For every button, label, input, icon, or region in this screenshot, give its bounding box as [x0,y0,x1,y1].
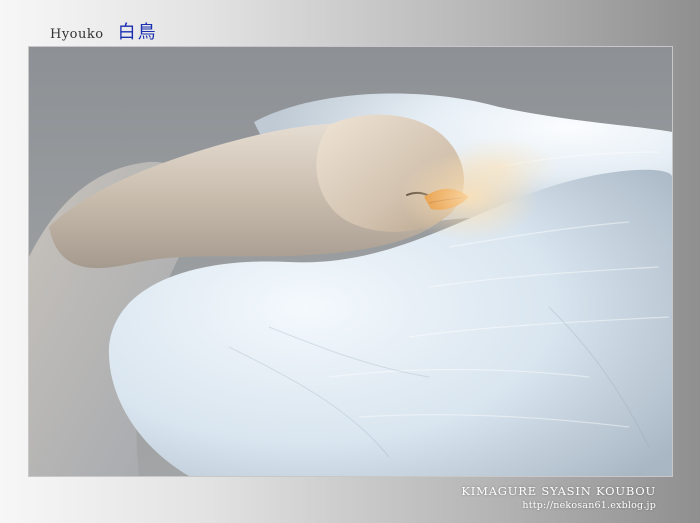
studio-name: KIMAGURE SYASIN KOUBOU [461,484,656,498]
photo-title: 白鳥 [117,22,158,43]
location-label: Hyouko [50,27,104,42]
swan-image [29,47,672,476]
blog-url[interactable]: http://nekosan61.exblog.jp [461,499,656,512]
page-header: Hyouko 白鳥 [50,18,158,44]
photo-credit: KIMAGURE SYASIN KOUBOU http://nekosan61.… [461,484,656,512]
swan-photograph [28,46,673,477]
